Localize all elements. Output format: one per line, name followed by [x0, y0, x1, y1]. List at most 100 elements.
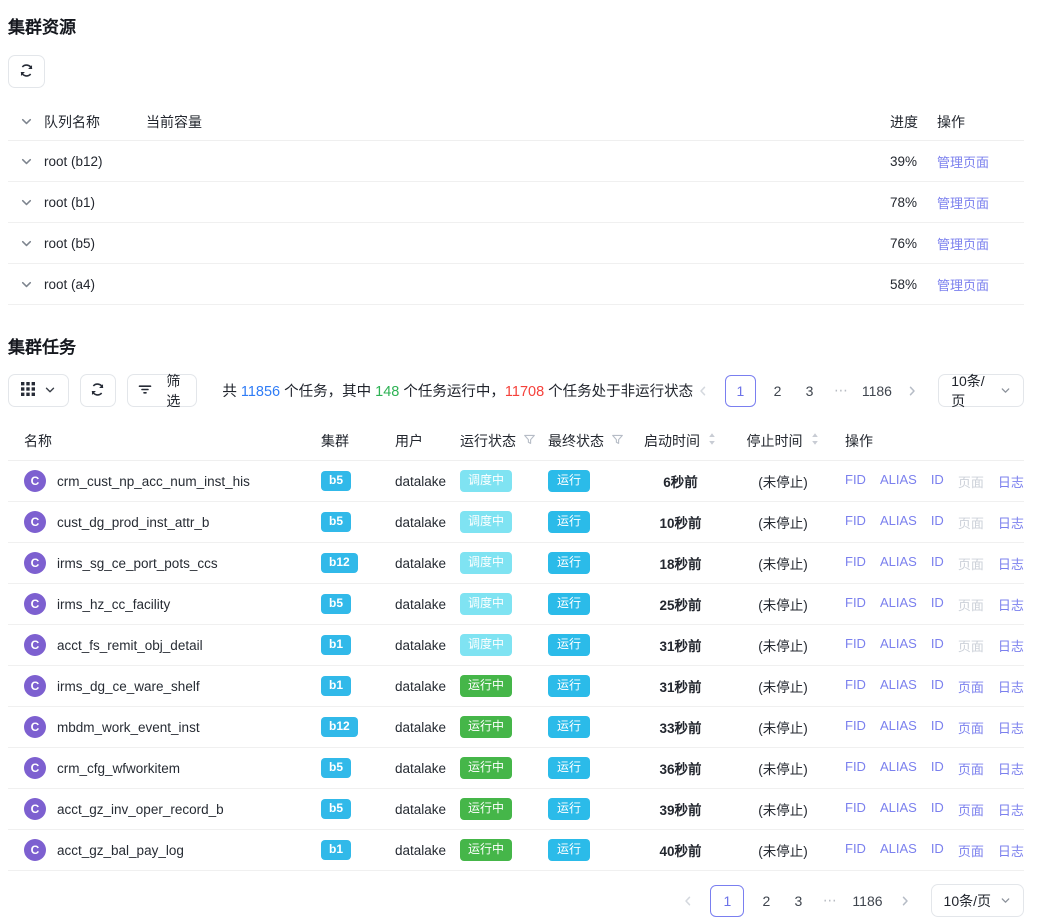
expand-row-icon[interactable] — [8, 278, 44, 291]
op-link-id[interactable]: ID — [931, 513, 944, 532]
pagination-next-icon[interactable] — [895, 885, 915, 917]
op-link-fid[interactable]: FID — [845, 472, 866, 491]
pagination-page[interactable]: 3 — [788, 885, 808, 917]
task-name: irms_hz_cc_facility — [57, 597, 170, 612]
run-state-badge: 运行中 — [460, 839, 512, 860]
user-cell: datalake — [387, 720, 452, 735]
op-link-alias[interactable]: ALIAS — [880, 759, 917, 778]
final-state-badge: 运行 — [548, 716, 590, 737]
table-row: C mbdm_work_event_inst b12 datalake 运行中 … — [8, 707, 1024, 748]
manage-page-link[interactable]: 管理页面 — [937, 237, 989, 252]
op-link-id[interactable]: ID — [931, 636, 944, 655]
op-link-fid[interactable]: FID — [845, 718, 866, 737]
start-time: 6秒前 — [628, 471, 733, 491]
op-link-id[interactable]: ID — [931, 841, 944, 860]
op-link-alias[interactable]: ALIAS — [880, 677, 917, 696]
op-link-log[interactable]: 日志 — [998, 636, 1024, 655]
op-link-id[interactable]: ID — [931, 677, 944, 696]
funnel-filter-icon[interactable] — [611, 433, 624, 449]
op-link-alias[interactable]: ALIAS — [880, 841, 917, 860]
user-cell: datalake — [387, 802, 452, 817]
collapse-all-icon[interactable] — [8, 115, 44, 128]
tasks-refresh-button[interactable] — [80, 374, 116, 407]
op-link-fid[interactable]: FID — [845, 759, 866, 778]
page-size-select[interactable]: 10条/页 — [938, 374, 1024, 407]
pagination-ellipsis[interactable]: ⋯ — [832, 375, 852, 407]
final-state-badge: 运行 — [548, 552, 590, 573]
op-link-alias[interactable]: ALIAS — [880, 513, 917, 532]
pagination-page[interactable]: 2 — [756, 885, 776, 917]
queue-name: root (b1) — [44, 195, 146, 210]
op-link-log[interactable]: 日志 — [998, 595, 1024, 614]
task-summary: 共 11856 个任务，其中 148 个任务运行中，11708 个任务处于非运行… — [222, 380, 693, 401]
op-link-log[interactable]: 日志 — [998, 759, 1024, 778]
user-cell: datalake — [387, 843, 452, 858]
task-name: crm_cfg_wfworkitem — [57, 761, 180, 776]
op-link-page[interactable]: 页面 — [958, 800, 984, 819]
pagination-prev-icon[interactable] — [693, 375, 713, 407]
final-state-badge: 运行 — [548, 839, 590, 860]
manage-page-link[interactable]: 管理页面 — [937, 155, 989, 170]
pagination-page-current[interactable]: 1 — [710, 885, 744, 917]
op-link-alias[interactable]: ALIAS — [880, 718, 917, 737]
stop-time: (未停止) — [733, 840, 833, 860]
op-link-fid[interactable]: FID — [845, 800, 866, 819]
op-link-id[interactable]: ID — [931, 472, 944, 491]
op-link-log[interactable]: 日志 — [998, 513, 1024, 532]
manage-page-link[interactable]: 管理页面 — [937, 278, 989, 293]
expand-row-icon[interactable] — [8, 196, 44, 209]
pagination-ellipsis[interactable]: ⋯ — [820, 885, 840, 917]
pagination-page-last[interactable]: 1186 — [864, 375, 891, 407]
op-link-alias[interactable]: ALIAS — [880, 554, 917, 573]
op-link-fid[interactable]: FID — [845, 636, 866, 655]
op-link-id[interactable]: ID — [931, 595, 944, 614]
op-link-alias[interactable]: ALIAS — [880, 472, 917, 491]
op-link-id[interactable]: ID — [931, 759, 944, 778]
task-name: irms_sg_ce_port_pots_ccs — [57, 556, 218, 571]
op-link-alias[interactable]: ALIAS — [880, 636, 917, 655]
pagination: 123 ⋯ 1186 10条/页 — [693, 374, 1024, 407]
op-link-page[interactable]: 页面 — [958, 759, 984, 778]
op-link-page[interactable]: 页面 — [958, 718, 984, 737]
avatar: C — [24, 593, 46, 615]
summary-text: 个任务，其中 — [280, 384, 375, 400]
op-link-log[interactable]: 日志 — [998, 800, 1024, 819]
op-link-fid[interactable]: FID — [845, 554, 866, 573]
start-time: 39秒前 — [628, 799, 733, 819]
resources-refresh-button[interactable] — [8, 55, 45, 88]
pagination-page-current[interactable]: 1 — [725, 375, 755, 407]
op-link-log[interactable]: 日志 — [998, 841, 1024, 860]
expand-row-icon[interactable] — [8, 155, 44, 168]
page-size-select[interactable]: 10条/页 — [931, 884, 1024, 917]
op-link-id[interactable]: ID — [931, 718, 944, 737]
op-link-fid[interactable]: FID — [845, 677, 866, 696]
layout-dropdown-button[interactable] — [8, 374, 69, 407]
op-link-log[interactable]: 日志 — [998, 472, 1024, 491]
sorter-icon[interactable] — [810, 432, 820, 449]
op-link-fid[interactable]: FID — [845, 841, 866, 860]
op-link-fid[interactable]: FID — [845, 513, 866, 532]
op-link-id[interactable]: ID — [931, 800, 944, 819]
resource-table: 队列名称 当前容量 进度 操作 root (b12) 39% 管理页面 root… — [8, 103, 1024, 305]
funnel-filter-icon[interactable] — [523, 433, 536, 449]
pagination-page[interactable]: 3 — [800, 375, 820, 407]
op-link-alias[interactable]: ALIAS — [880, 800, 917, 819]
col-name: 名称 — [8, 431, 313, 451]
op-link-log[interactable]: 日志 — [998, 554, 1024, 573]
pagination-page[interactable]: 2 — [768, 375, 788, 407]
op-link-log[interactable]: 日志 — [998, 677, 1024, 696]
chevron-down-icon — [44, 383, 56, 399]
pagination-page-last[interactable]: 1186 — [852, 885, 882, 917]
op-link-fid[interactable]: FID — [845, 595, 866, 614]
op-link-page[interactable]: 页面 — [958, 677, 984, 696]
op-link-id[interactable]: ID — [931, 554, 944, 573]
op-link-alias[interactable]: ALIAS — [880, 595, 917, 614]
expand-row-icon[interactable] — [8, 237, 44, 250]
op-link-log[interactable]: 日志 — [998, 718, 1024, 737]
manage-page-link[interactable]: 管理页面 — [937, 196, 989, 211]
sorter-icon[interactable] — [707, 432, 717, 449]
pagination-prev-icon[interactable] — [678, 885, 698, 917]
pagination-next-icon[interactable] — [902, 375, 922, 407]
filter-button[interactable]: 筛选 — [127, 374, 198, 407]
op-link-page[interactable]: 页面 — [958, 841, 984, 860]
